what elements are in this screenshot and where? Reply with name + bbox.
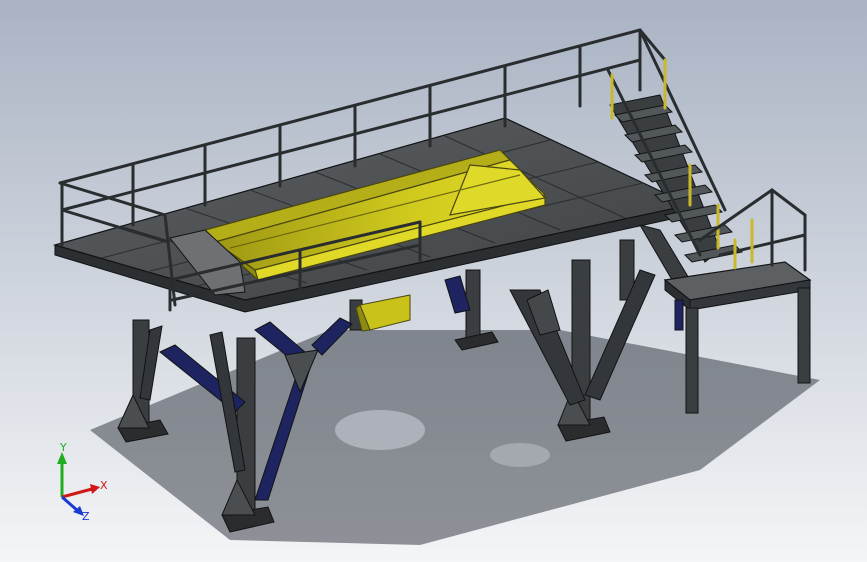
z-axis-label: Z [82, 510, 90, 523]
landing-leg-right[interactable] [797, 287, 811, 384]
x-axis-label: X [100, 479, 108, 492]
3d-model-view[interactable]: Y X Z [0, 0, 867, 562]
cad-viewport[interactable]: Y X Z [0, 0, 867, 562]
landing-leg-front[interactable] [685, 307, 699, 414]
landing-brace[interactable] [674, 299, 684, 331]
y-axis-label: Y [59, 441, 67, 454]
